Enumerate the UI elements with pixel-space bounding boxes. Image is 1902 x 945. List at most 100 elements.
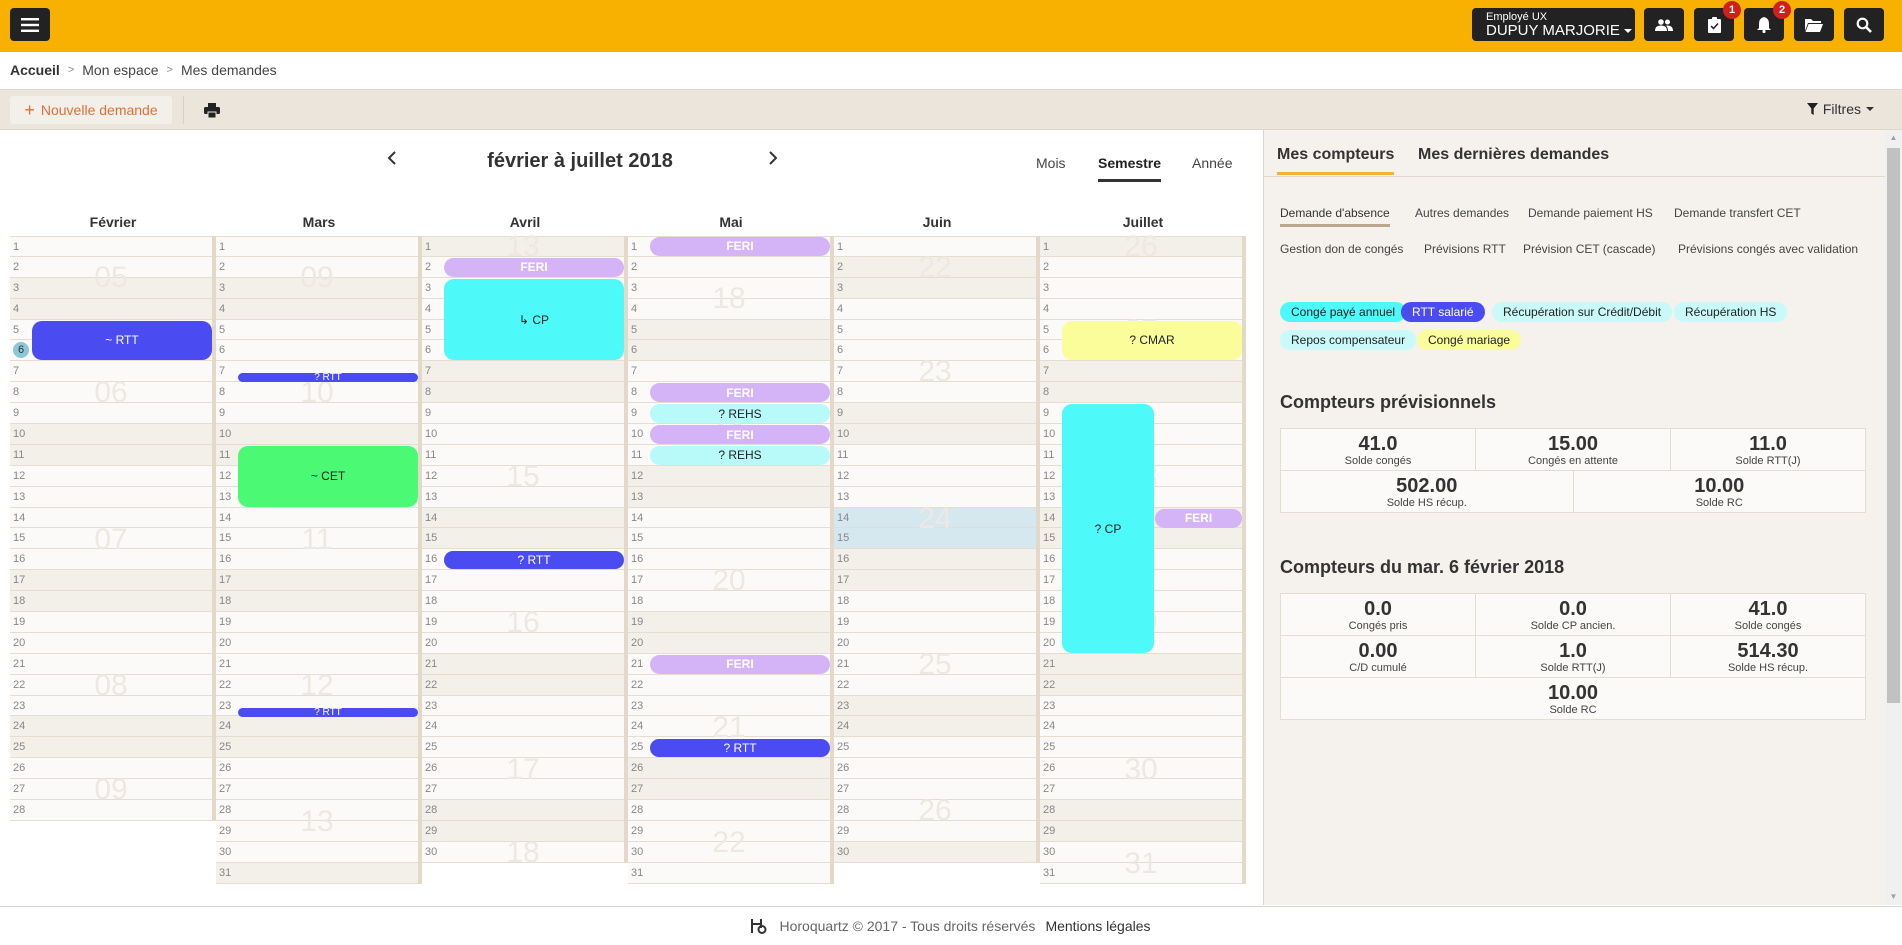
day-cell[interactable]: 12 (10, 465, 212, 487)
day-cell[interactable]: 12 (628, 465, 830, 487)
day-cell[interactable]: 6 (216, 340, 418, 362)
day-cell[interactable]: 29 (216, 820, 418, 842)
tab-my-latest-requests[interactable]: Mes dernières demandes (1418, 146, 1609, 172)
day-cell[interactable]: 1 (1040, 236, 1242, 257)
day-cell[interactable]: 21 (216, 653, 418, 675)
legend-chip[interactable]: Récupération HS (1674, 302, 1788, 322)
day-cell[interactable]: 2 (834, 256, 1036, 278)
request-tab-cet-transfer[interactable]: Demande transfert CET (1674, 206, 1801, 224)
day-cell[interactable]: 14 (10, 507, 212, 529)
legend-chip[interactable]: Congé payé annuel (1280, 302, 1407, 322)
calendar-event-cet[interactable]: ~ CET (238, 446, 418, 507)
day-cell[interactable]: 10 (834, 424, 1036, 445)
day-cell[interactable]: 25 (216, 737, 418, 759)
day-cell[interactable]: 13 (834, 486, 1036, 508)
day-cell[interactable]: 24 (1040, 716, 1242, 738)
day-cell[interactable]: 3 (628, 277, 830, 299)
day-cell[interactable]: 3 (216, 277, 418, 299)
day-cell[interactable]: 4 (216, 298, 418, 320)
day-cell[interactable]: 3 (1040, 277, 1242, 299)
day-cell[interactable]: 1 (834, 236, 1036, 257)
scroll-down-arrow-icon[interactable]: ▼ (1885, 889, 1902, 905)
tasks-button[interactable]: 1 (1694, 1, 1741, 41)
day-cell[interactable]: 4 (628, 298, 830, 320)
day-cell[interactable]: 14 (216, 507, 418, 529)
view-tab-year[interactable]: Année (1192, 155, 1232, 179)
request-tab-rtt-forecast[interactable]: Prévisions RTT (1424, 242, 1506, 260)
day-cell[interactable]: 19 (422, 612, 624, 633)
day-cell[interactable]: 10 (10, 424, 212, 445)
day-cell[interactable]: 20 (10, 632, 212, 654)
day-cell[interactable]: 21 (422, 653, 624, 675)
day-cell[interactable]: 25 (10, 737, 212, 759)
day-cell[interactable]: 23 (10, 695, 212, 717)
day-cell[interactable]: 8 (1040, 382, 1242, 404)
day-cell[interactable]: 22 (10, 674, 212, 696)
calendar-event-feri[interactable]: FERI (650, 655, 830, 674)
day-cell[interactable]: 31 (1040, 862, 1242, 884)
day-cell[interactable]: 29 (422, 820, 624, 842)
calendar-event-rtt[interactable]: ? RTT (444, 550, 624, 570)
day-cell[interactable]: 28 (216, 800, 418, 821)
panel-scrollbar[interactable]: ▲ ▼ (1885, 130, 1902, 905)
team-button[interactable] (1644, 8, 1684, 41)
day-cell[interactable]: 24 (422, 716, 624, 738)
day-cell[interactable]: 2 (1040, 256, 1242, 278)
print-button[interactable] (200, 98, 224, 122)
day-cell[interactable]: 27 (10, 779, 212, 801)
calendar-event-rtt[interactable]: ? RTT (650, 738, 830, 758)
day-cell[interactable]: 11 (422, 444, 624, 466)
filters-dropdown[interactable]: Filtres (1806, 101, 1874, 117)
day-cell[interactable]: 8 (834, 382, 1036, 404)
calendar-event-rtt[interactable]: ? RTT (238, 372, 418, 383)
day-cell[interactable]: 29 (628, 820, 830, 842)
day-cell[interactable]: 19 (216, 612, 418, 633)
day-cell[interactable]: 29 (1040, 820, 1242, 842)
day-cell[interactable]: 22 (834, 674, 1036, 696)
day-cell[interactable]: 24 (628, 716, 830, 738)
day-cell[interactable]: 12 (422, 465, 624, 487)
calendar-event-feri[interactable]: FERI (650, 383, 830, 403)
day-cell[interactable]: 7 (628, 361, 830, 383)
day-cell[interactable]: 2 (10, 256, 212, 278)
calendar-event-cp[interactable]: ↳ CP (444, 278, 624, 361)
request-tab-hs-payment[interactable]: Demande paiement HS (1528, 206, 1653, 224)
day-cell[interactable]: 20 (628, 632, 830, 654)
day-cell[interactable]: 31 (628, 862, 830, 884)
day-cell[interactable]: 13 (422, 486, 624, 508)
day-cell[interactable]: 2 (628, 256, 830, 278)
menu-button[interactable] (10, 8, 50, 41)
day-cell[interactable]: 9 (834, 403, 1036, 425)
day-cell[interactable]: 17 (216, 570, 418, 592)
day-cell[interactable]: 20 (834, 632, 1036, 654)
legend-chip[interactable]: RTT salarié (1401, 302, 1485, 322)
calendar-event-rtt[interactable]: ? RTT (238, 707, 418, 718)
day-cell[interactable]: 17 (10, 570, 212, 592)
day-cell[interactable]: 6 (628, 340, 830, 362)
day-cell[interactable]: 9 (216, 403, 418, 425)
day-cell[interactable]: 21 (834, 653, 1036, 675)
day-cell[interactable]: 22 (1040, 674, 1242, 696)
day-cell[interactable]: 23 (628, 695, 830, 717)
day-cell[interactable]: 28 (834, 800, 1036, 821)
day-cell[interactable]: 4 (10, 298, 212, 320)
day-cell[interactable]: 4 (1040, 298, 1242, 320)
day-cell[interactable]: 27 (628, 779, 830, 801)
day-cell[interactable]: 26 (10, 758, 212, 780)
day-cell[interactable]: 11 (10, 444, 212, 466)
day-cell[interactable]: 2 (216, 256, 418, 278)
day-cell[interactable]: 1 (216, 236, 418, 257)
day-cell[interactable]: 24 (216, 716, 418, 738)
day-cell[interactable]: 1 (10, 236, 212, 257)
day-cell[interactable]: 4 (834, 298, 1036, 320)
day-cell[interactable]: 28 (628, 800, 830, 821)
tab-my-counters[interactable]: Mes compteurs (1277, 146, 1395, 175)
day-cell[interactable]: 17 (628, 570, 830, 592)
day-cell[interactable]: 5 (216, 319, 418, 341)
day-cell[interactable]: 30 (1040, 841, 1242, 863)
day-cell[interactable]: 26 (422, 758, 624, 780)
day-cell[interactable]: 15 (216, 528, 418, 550)
calendar-event-rehs[interactable]: ? REHS (650, 446, 830, 465)
day-cell[interactable]: 30 (628, 841, 830, 863)
breadcrumb-my-space[interactable]: Mon espace (82, 62, 158, 78)
